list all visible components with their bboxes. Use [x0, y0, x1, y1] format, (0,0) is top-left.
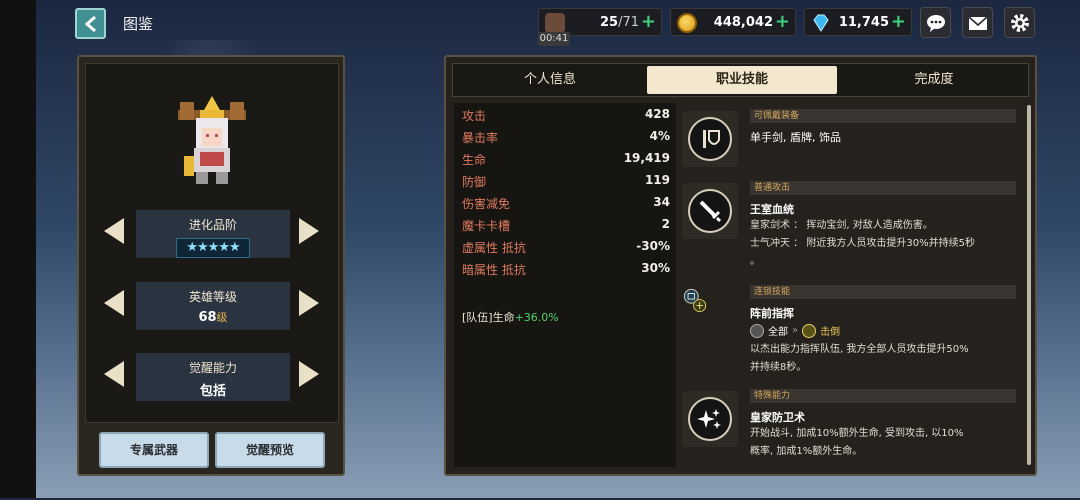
level-row: 英雄等级 68级	[86, 282, 340, 330]
evolution-stars: ★★★★★	[176, 238, 250, 258]
awaken-row: 觉醒能力 包括	[86, 353, 340, 401]
evolution-prev-arrow[interactable]	[104, 218, 124, 244]
awaken-box: 觉醒能力 包括	[136, 353, 290, 401]
skills-scrollbar[interactable]	[1027, 105, 1031, 465]
skill-icon-frame	[682, 287, 738, 343]
evolution-box: 进化品阶 ★★★★★	[136, 210, 290, 258]
exclusive-weapon-button[interactable]: 专属武器	[99, 432, 209, 468]
command-icon	[683, 288, 707, 313]
stat-row: 生命 19,419	[462, 151, 670, 167]
gold-counter[interactable]: 448,042 +	[670, 8, 796, 36]
hero-panel: 进化品阶 ★★★★★ 英雄等级 68级 觉醒能力 包括 专属武器 觉醒预览	[77, 55, 345, 476]
stat-row: 暗属性 抵抗 30%	[462, 261, 670, 277]
skill-desc-line: 以杰出能力指挥队伍, 我方全部人员攻击提升50%	[750, 344, 969, 355]
level-prev-arrow[interactable]	[104, 290, 124, 316]
level-value: 68级	[198, 310, 228, 325]
add-gem-icon[interactable]: +	[891, 13, 906, 31]
sword-icon	[699, 200, 722, 223]
level-next-arrow[interactable]	[299, 290, 319, 316]
skill-name: 阵前指挥	[750, 307, 794, 320]
mail-button[interactable]	[962, 7, 993, 38]
evolution-row: 进化品阶 ★★★★★	[86, 210, 340, 258]
screen-edge-bar	[0, 0, 36, 498]
skill-icon-frame	[682, 111, 738, 167]
awaken-next-arrow[interactable]	[299, 361, 319, 387]
scrollbar-thumb[interactable]	[1027, 105, 1031, 465]
knockdown-icon	[802, 323, 817, 338]
coffee-cup-icon	[545, 13, 565, 33]
stat-row: 攻击 428	[462, 107, 670, 123]
stat-row: 暴击率 4%	[462, 129, 670, 145]
hero-sprite	[178, 96, 246, 184]
level-label: 英雄等级	[188, 290, 237, 304]
skill-equipment[interactable]: 可佩戴装备 单手剑, 盾牌, 饰品	[682, 103, 1016, 175]
tab-class-skills[interactable]: 职业技能	[647, 66, 837, 94]
skill-normal-attack[interactable]: 普通攻击 王室血统 皇家剑术 ： 挥动宝剑, 对敌人造成伤害。 士气冲天 ： 附…	[682, 175, 1016, 279]
chain-arrow-icon: »	[792, 325, 799, 336]
skill-category: 连锁技能	[750, 285, 1016, 299]
diamond-icon	[811, 13, 831, 33]
skill-desc-line: 。	[750, 256, 760, 267]
level-box: 英雄等级 68级	[136, 282, 290, 330]
awaken-preview-button[interactable]: 觉醒预览	[215, 432, 325, 468]
tab-completion[interactable]: 完成度	[839, 66, 1029, 94]
skill-icon-frame	[682, 391, 738, 447]
skill-desc-line: 并持续8秒。	[750, 362, 807, 373]
skills-list: 可佩戴装备 单手剑, 盾牌, 饰品 普通攻击 王室血统 皇家剑术 ： 挥动宝剑,…	[678, 103, 1026, 467]
chain-all-icon	[750, 323, 764, 338]
sparkle-icon	[697, 409, 721, 429]
chat-bubble-icon	[926, 14, 945, 32]
skill-chain[interactable]: 连锁技能 阵前指挥 全部 » 击倒 以杰出能力指挥队伍, 我方全部人员攻击提升5…	[682, 279, 1016, 383]
shield-sword-icon	[703, 130, 720, 148]
back-button[interactable]	[75, 8, 106, 39]
stat-row: 伤害减免 34	[462, 195, 670, 211]
stats-list: 攻击 428 暴击率 4% 生命 19,419 防御 119 伤害减免 34 魔卡卡槽 2 …	[454, 103, 676, 467]
skill-special[interactable]: 特殊能力 皇家防卫术 开始战斗, 加成10%额外生命, 受到攻击, 以10% 概…	[682, 383, 1016, 467]
gear-icon	[1010, 13, 1029, 32]
gem-counter[interactable]: 11,745 +	[804, 8, 912, 36]
stat-row: 虚属性 抵抗 -30%	[462, 239, 670, 255]
skill-desc-line: 士气冲天 ： 附近我方人员攻击提升30%并持续5秒	[750, 238, 975, 249]
skill-name: 王室血统	[750, 203, 794, 216]
skill-name: 皇家防卫术	[750, 411, 805, 424]
skill-desc-line: 皇家剑术 ： 挥动宝剑, 对敌人造成伤害。	[750, 220, 933, 231]
skill-icon-frame	[682, 183, 738, 239]
skill-desc-line: 概率, 加成1%额外生命。	[750, 446, 863, 457]
skill-category: 可佩戴装备	[750, 109, 1016, 123]
mail-icon	[967, 15, 988, 30]
skill-desc-line: 开始战斗, 加成10%额外生命, 受到攻击, 以10%	[750, 428, 964, 439]
gold-value: 448,042	[713, 14, 773, 30]
stat-row: 防御 119	[462, 173, 670, 189]
team-bonus: [队伍]生命+36.0%	[462, 311, 559, 324]
page-title: 图鉴	[123, 15, 154, 33]
tab-personal-info[interactable]: 个人信息	[455, 66, 645, 94]
stamina-value: 25/71	[599, 14, 639, 30]
awaken-value: 包括	[199, 384, 226, 399]
gem-value: 11,745	[838, 14, 889, 30]
stamina-timer: 00:41	[538, 32, 570, 46]
skill-category: 特殊能力	[750, 389, 1016, 403]
evolution-next-arrow[interactable]	[299, 218, 319, 244]
chain-to: 击倒	[820, 327, 841, 338]
evolution-label: 进化品阶	[188, 218, 237, 232]
chain-condition: 全部 » 击倒	[750, 323, 840, 338]
stat-row: 魔卡卡槽 2	[462, 217, 670, 233]
add-stamina-icon[interactable]: +	[641, 13, 656, 31]
tab-bar: 个人信息 职业技能 完成度	[452, 63, 1029, 97]
add-gold-icon[interactable]: +	[775, 13, 790, 31]
awaken-prev-arrow[interactable]	[104, 361, 124, 387]
gold-coin-icon	[677, 13, 697, 33]
hero-inner-frame: 进化品阶 ★★★★★ 英雄等级 68级 觉醒能力 包括	[85, 63, 339, 423]
skill-category: 普通攻击	[750, 181, 1016, 195]
settings-button[interactable]	[1004, 7, 1035, 38]
detail-panel: 个人信息 职业技能 完成度 攻击 428 暴击率 4% 生命 19,419 防御 119…	[444, 55, 1037, 476]
chat-button[interactable]	[920, 7, 951, 38]
awaken-label: 觉醒能力	[188, 361, 237, 375]
skill-name: 单手剑, 盾牌, 饰品	[750, 131, 841, 144]
chain-from: 全部	[768, 327, 788, 338]
chevron-left-icon	[84, 15, 96, 32]
